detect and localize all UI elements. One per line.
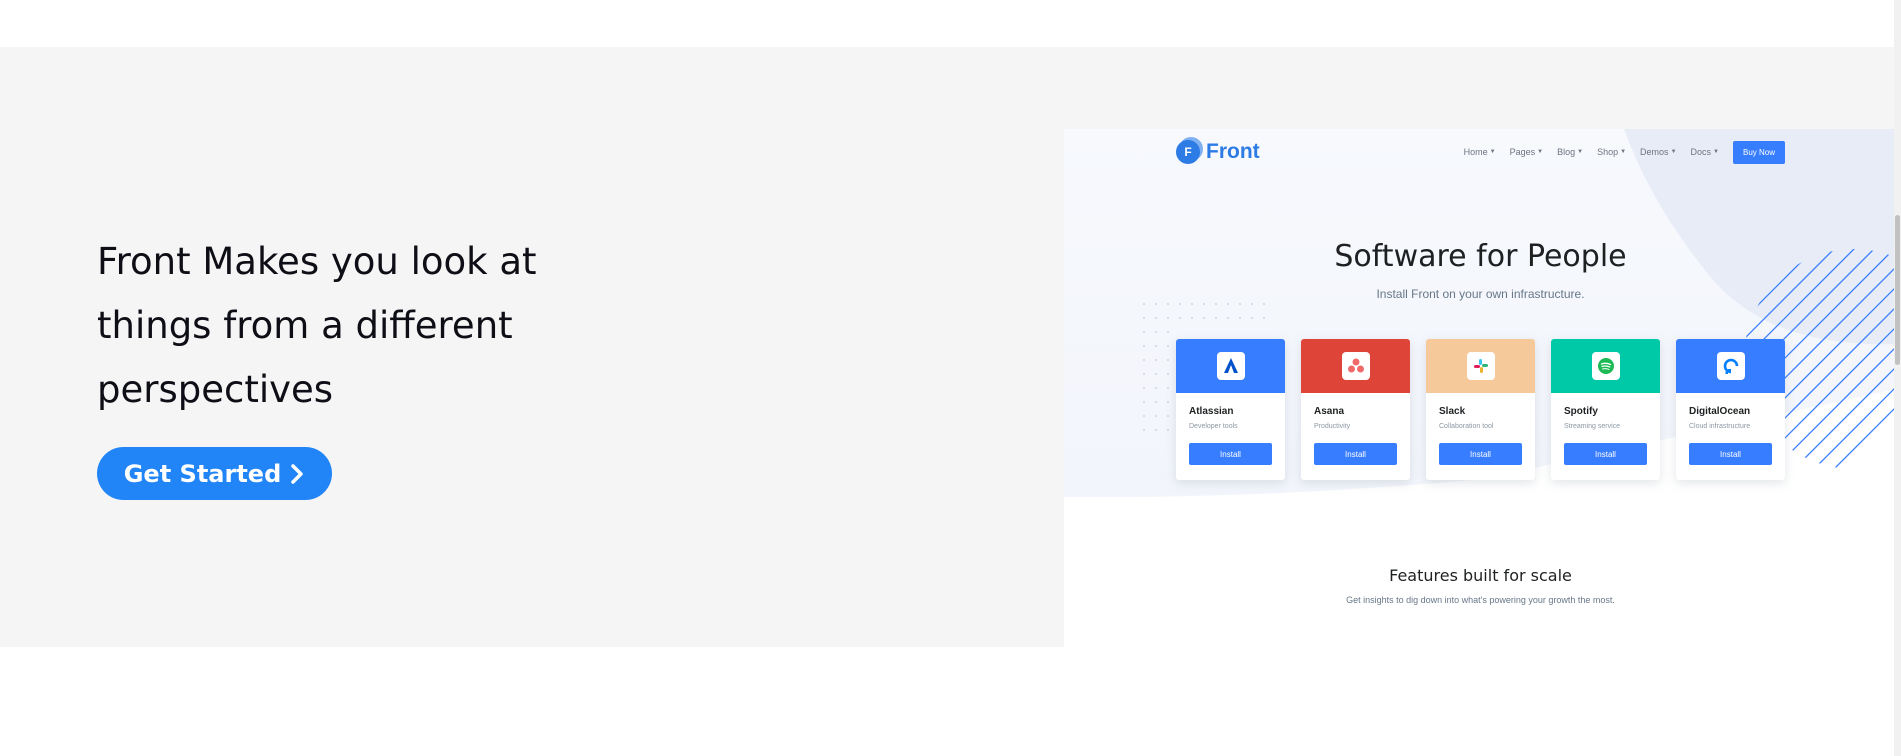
card-header <box>1176 339 1285 393</box>
app-card-digitalocean: DigitalOcean Cloud infrastructure Instal… <box>1676 339 1785 480</box>
card-name: Slack <box>1439 406 1466 417</box>
nav-item-demos[interactable]: Demos ▼ <box>1640 147 1676 157</box>
nav-item-shop[interactable]: Shop ▼ <box>1597 147 1626 157</box>
page-scrollbar[interactable] <box>1894 0 1901 756</box>
install-button[interactable]: Install <box>1314 443 1397 465</box>
slack-icon <box>1466 352 1495 380</box>
spotify-icon <box>1591 352 1620 380</box>
app-card-spotify: Spotify Streaming service Install <box>1551 339 1660 480</box>
preview-title: Software for People <box>1334 239 1627 274</box>
features-subtitle: Get insights to dig down into what's pow… <box>1346 595 1615 605</box>
card-category: Streaming service <box>1564 423 1621 430</box>
preview-navbar: F Front Home ▼ Pages ▼ Blog ▼ Shop ▼ Demos ▼ … <box>1176 137 1785 167</box>
get-started-label: Get Started <box>123 459 282 488</box>
card-category: Cloud infrastructure <box>1689 423 1751 430</box>
card-category: Productivity <box>1314 423 1351 430</box>
template-preview: F Front Home ▼ Pages ▼ Blog ▼ Shop ▼ Demos ▼ … <box>1064 129 1897 647</box>
app-card-atlassian: Atlassian Developer tools Install <box>1176 339 1285 480</box>
card-header <box>1426 339 1535 393</box>
nav-item-pages[interactable]: Pages ▼ <box>1510 147 1543 157</box>
install-button[interactable]: Install <box>1439 443 1522 465</box>
card-name: DigitalOcean <box>1689 406 1751 417</box>
scrollbar-thumb[interactable] <box>1895 215 1900 365</box>
card-header <box>1551 339 1660 393</box>
card-name: Atlassian <box>1189 406 1234 417</box>
app-card-slack: Slack Collaboration tool Install <box>1426 339 1535 480</box>
nav-item-docs[interactable]: Docs ▼ <box>1691 147 1719 157</box>
chevron-down-icon: ▼ <box>1537 149 1544 155</box>
card-name: Asana <box>1314 406 1345 417</box>
card-name: Spotify <box>1564 406 1598 417</box>
app-cards: Atlassian Developer tools Install Asana … <box>1176 339 1785 480</box>
digitalocean-icon <box>1716 352 1745 380</box>
card-header <box>1676 339 1785 393</box>
nav-item-blog[interactable]: Blog ▼ <box>1557 147 1583 157</box>
chevron-down-icon: ▼ <box>1670 149 1677 155</box>
preview-subtitle: Install Front on your own infrastructure… <box>1376 287 1585 301</box>
atlassian-icon <box>1216 352 1245 380</box>
buy-now-button[interactable]: Buy Now <box>1732 140 1785 164</box>
chevron-right-icon <box>291 463 304 484</box>
logo-text: Front <box>1206 140 1260 163</box>
card-header <box>1301 339 1410 393</box>
nav-item-home[interactable]: Home ▼ <box>1464 147 1496 157</box>
chevron-down-icon: ▼ <box>1489 149 1496 155</box>
preview-logo[interactable]: F Front <box>1176 140 1260 164</box>
card-category: Developer tools <box>1189 423 1238 430</box>
chevron-down-icon: ▼ <box>1620 149 1627 155</box>
install-button[interactable]: Install <box>1189 443 1272 465</box>
chevron-down-icon: ▼ <box>1577 149 1584 155</box>
get-started-button[interactable]: Get Started <box>97 447 332 500</box>
chevron-down-icon: ▼ <box>1713 149 1719 155</box>
features-title: Features built for scale <box>1389 566 1572 585</box>
asana-icon <box>1341 352 1370 380</box>
card-category: Collaboration tool <box>1439 423 1494 430</box>
install-button[interactable]: Install <box>1564 443 1647 465</box>
hero-title: Front Makes you look at things from a di… <box>97 240 537 411</box>
app-card-asana: Asana Productivity Install <box>1301 339 1410 480</box>
install-button[interactable]: Install <box>1689 443 1772 465</box>
preview-menu: Home ▼ Pages ▼ Blog ▼ Shop ▼ Demos ▼ Docs ▼ <box>1464 147 1719 157</box>
front-logo-icon: F <box>1176 140 1200 164</box>
